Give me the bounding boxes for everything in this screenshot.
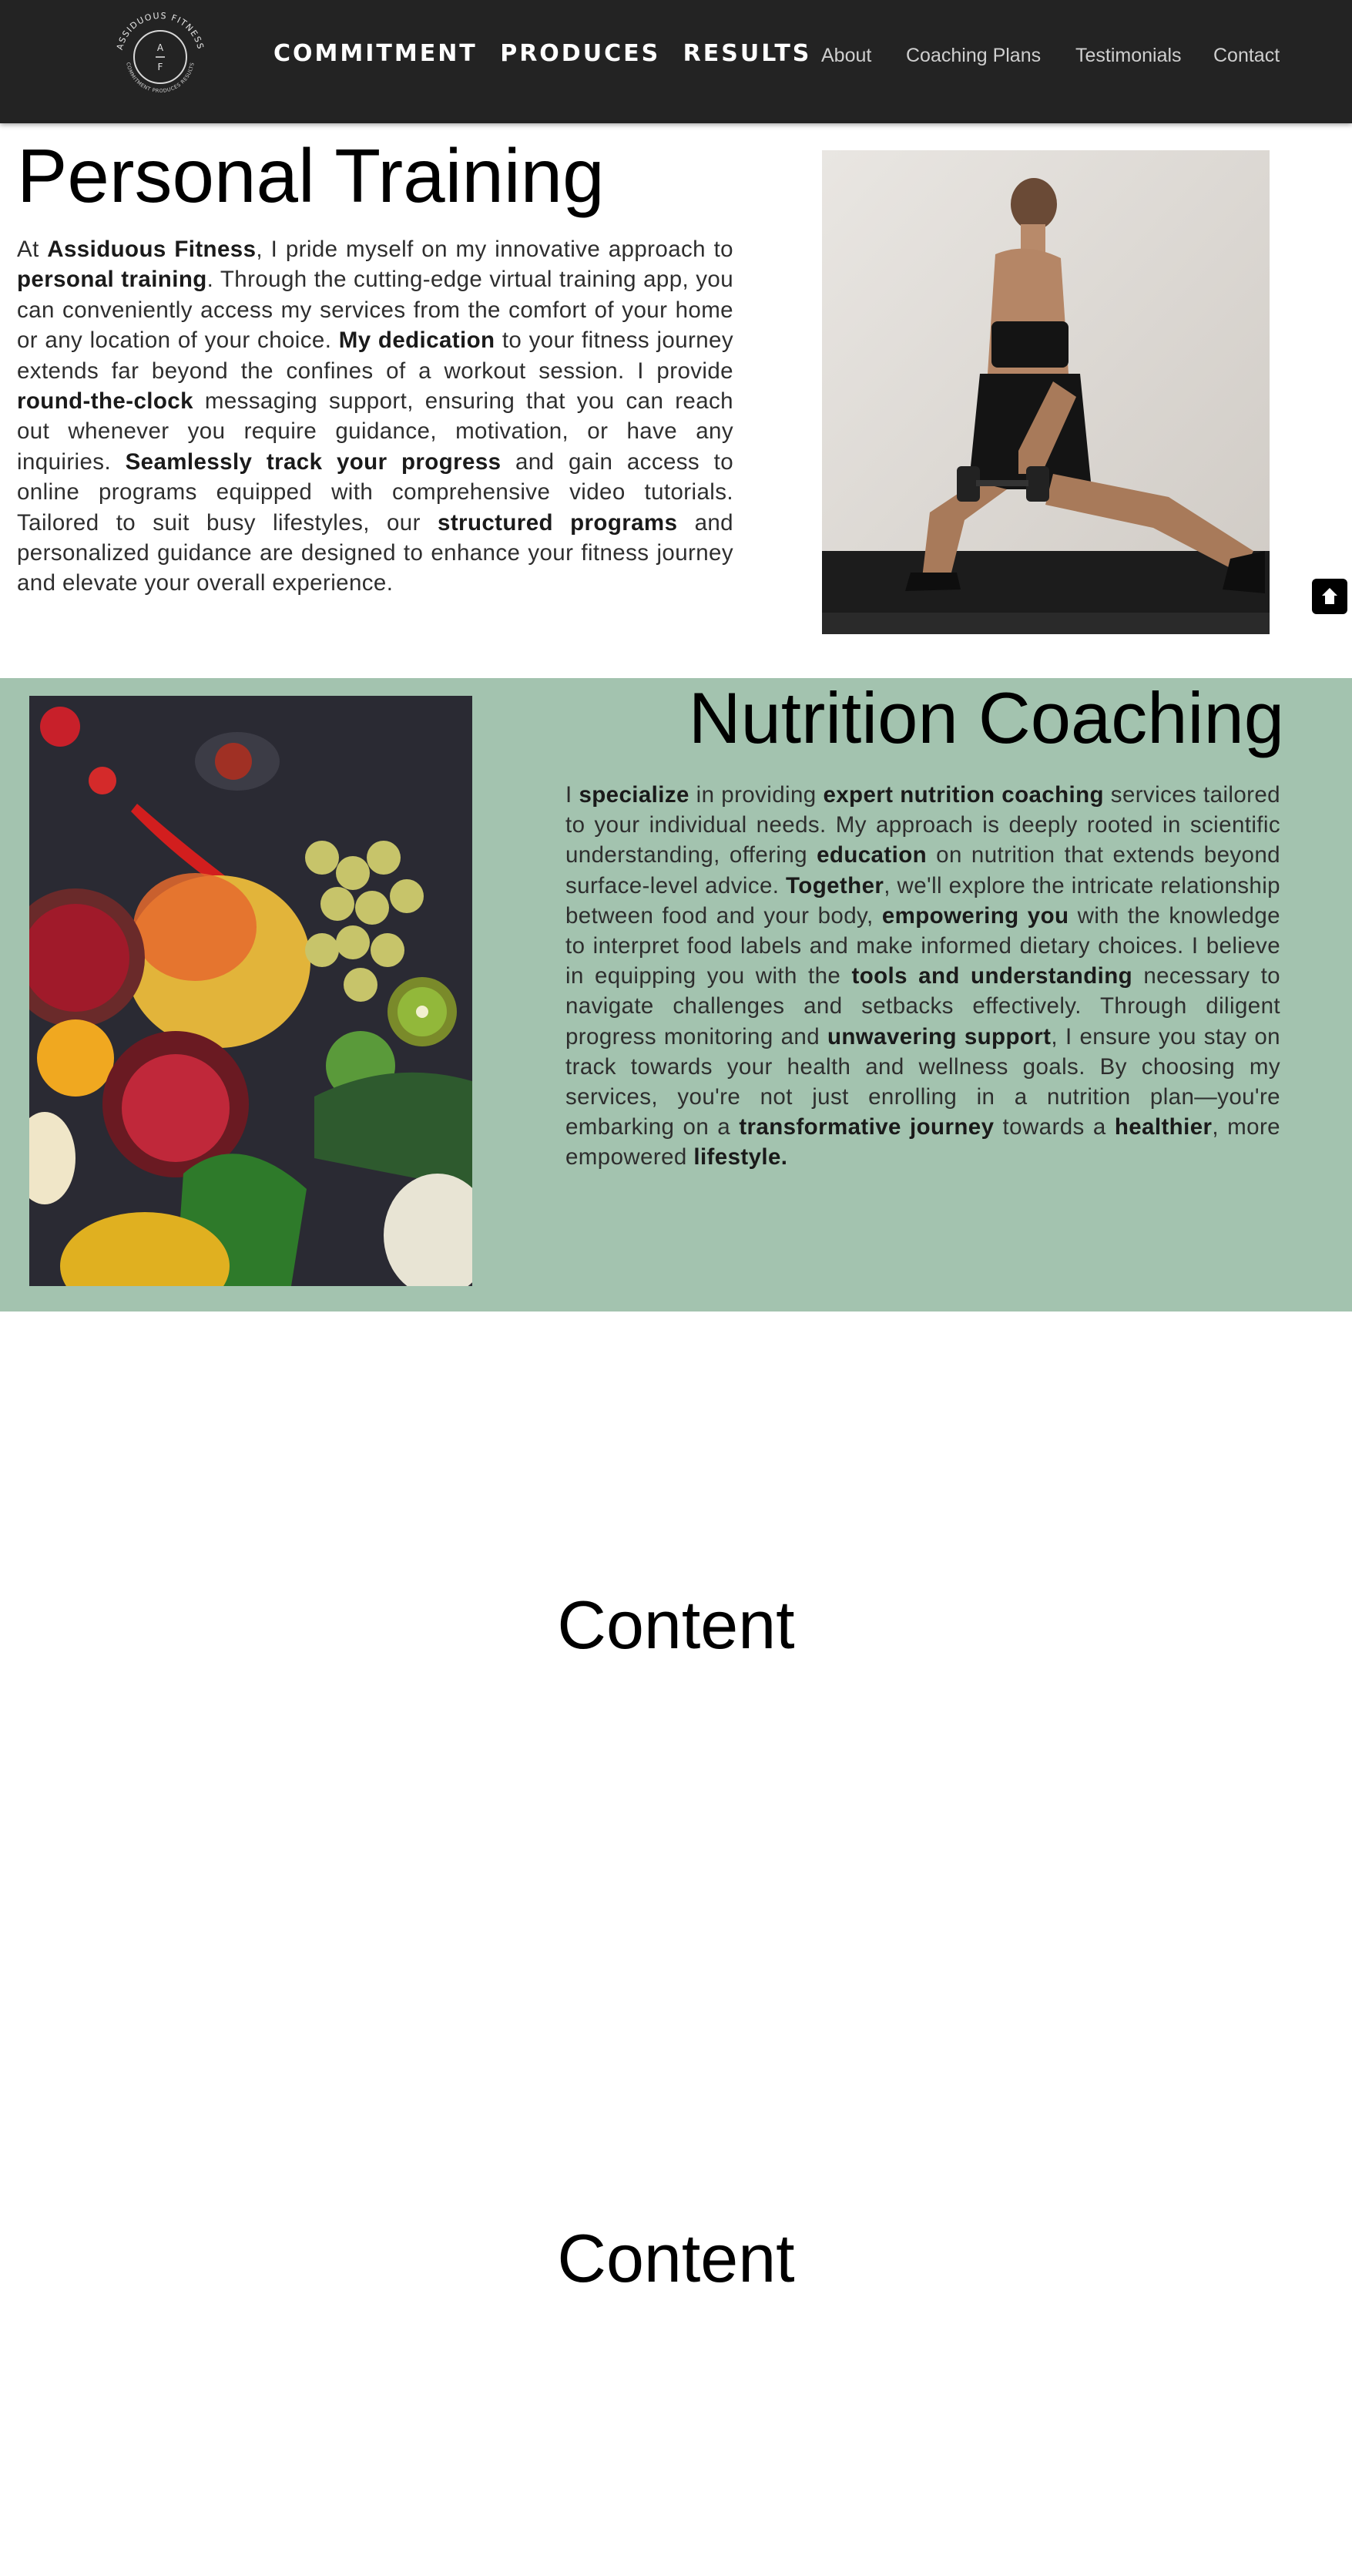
svg-text:F: F	[158, 62, 163, 72]
body-text: towards a	[994, 1114, 1115, 1140]
scroll-to-top-button[interactable]	[1312, 579, 1347, 614]
body-text: in providing	[689, 782, 824, 808]
nutrition-coaching-description: I specialize in providing expert nutriti…	[565, 780, 1280, 1173]
emphasis-text: round-the-clock	[17, 388, 193, 415]
body-text: I	[565, 782, 579, 808]
emphasis-text: Together	[786, 872, 884, 898]
emphasis-text: transformative journey	[739, 1114, 995, 1140]
emphasis-text: healthier	[1114, 1114, 1213, 1140]
site-slogan: COMMITMENT PRODUCES RESULTS	[273, 40, 812, 67]
nav-link-about[interactable]: About	[821, 45, 871, 67]
emphasis-text: specialize	[579, 782, 689, 808]
nav-link-testimonials[interactable]: Testimonials	[1075, 45, 1182, 67]
content-heading-2: Content	[557, 2220, 795, 2296]
emphasis-text: expert nutrition coaching	[823, 782, 1104, 808]
personal-training-title: Personal Training	[17, 133, 605, 218]
body-text: , I pride myself on my innovative approa…	[256, 237, 733, 262]
nav-link-coaching-plans[interactable]: Coaching Plans	[906, 45, 1041, 67]
emphasis-text: Assiduous Fitness	[47, 237, 257, 262]
site-header: ASSIDUOUS FITNESS COMMITMENT PRODUCES RE…	[0, 0, 1352, 123]
emphasis-text: structured programs	[438, 509, 678, 536]
woman-lunge-dumbbell-photo	[822, 150, 1270, 634]
emphasis-text: unwavering support	[827, 1023, 1052, 1050]
emphasis-text: My dedication	[338, 327, 495, 354]
arrow-up-icon	[1322, 588, 1337, 604]
emphasis-text: personal training	[17, 267, 207, 293]
emphasis-text: empowering you	[881, 902, 1069, 929]
nutrition-coaching-title: Nutrition Coaching	[688, 677, 1284, 758]
body-text: At	[17, 237, 48, 262]
emphasis-text: education	[817, 842, 928, 868]
personal-training-description: At Assiduous Fitness, I pride myself on …	[17, 234, 733, 599]
emphasis-text: lifestyle.	[693, 1144, 788, 1170]
emphasis-text: Seamlessly track your progress	[125, 448, 502, 475]
fruits-vegetables-photo	[29, 696, 472, 1286]
assiduous-fitness-logo[interactable]: ASSIDUOUS FITNESS COMMITMENT PRODUCES RE…	[108, 5, 213, 109]
emphasis-text: tools and understanding	[851, 963, 1133, 989]
content-heading-1: Content	[557, 1587, 795, 1663]
nav-link-contact[interactable]: Contact	[1213, 45, 1280, 67]
svg-text:A: A	[157, 42, 164, 53]
